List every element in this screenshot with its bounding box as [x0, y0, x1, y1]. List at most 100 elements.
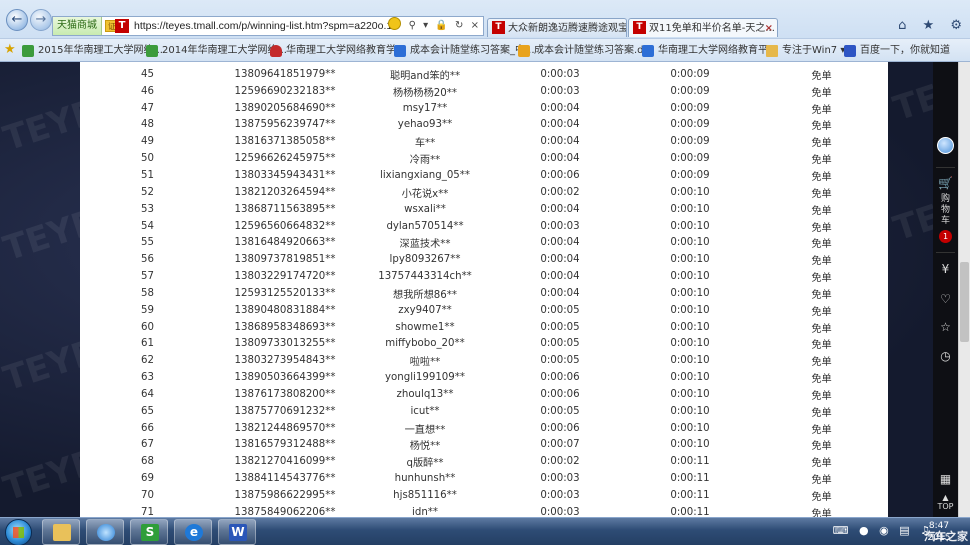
phone-cell: 13868958348693**: [234, 321, 336, 333]
address-bar[interactable]: 天猫商城 证 ▼ T https://teyes.tmall.com/p/win…: [52, 16, 484, 36]
tab-title: 大众新朗逸迈腾速腾途观宝来...: [508, 23, 627, 34]
add-favorite-star-icon[interactable]: ★: [4, 42, 16, 57]
phone-cell: 13821244869570**: [234, 422, 336, 434]
back-to-top-button[interactable]: ▲ TOP: [933, 494, 958, 512]
browser-tab-1[interactable]: T 大众新朗逸迈腾速腾途观宝来...: [487, 18, 627, 37]
site-identity-chip[interactable]: 天猫商城: [53, 17, 102, 35]
network-icon[interactable]: ▤: [899, 524, 909, 537]
user-avatar[interactable]: [937, 137, 954, 154]
refresh-icon[interactable]: ↻: [455, 20, 463, 31]
nickname-cell: showme1**: [395, 321, 455, 333]
phone-cell: 13875849062206**: [234, 506, 336, 517]
browser-toolbar-right: ⌂ ★ ⚙: [886, 18, 962, 33]
taskbar-ie-button[interactable]: e: [174, 519, 212, 545]
time-cell: 0:00:11: [670, 506, 710, 517]
divider: [936, 167, 955, 168]
start-button[interactable]: [5, 519, 32, 545]
phone-cell: 13890480831884**: [234, 304, 336, 316]
top-label: TOP: [937, 502, 954, 511]
row-number: 51: [141, 169, 154, 181]
table-row: 47 13890205684690** msy17** 0:00:04 0:00:09 免…: [80, 100, 888, 117]
nickname-cell: 一直想**: [404, 424, 446, 436]
favorite-link[interactable]: 2014年华南理工大学网络...: [146, 43, 287, 59]
nickname-cell: idn**: [412, 506, 438, 517]
taskbar-s-app-button[interactable]: S: [130, 519, 168, 545]
scrollbar-thumb[interactable]: [960, 262, 969, 342]
phone-cell: 13809641851979**: [234, 68, 336, 80]
result-cell: 免单: [811, 441, 832, 453]
url-text[interactable]: https://teyes.tmall.com/p/winning-list.h…: [134, 17, 399, 35]
phone-cell: 12596626245975**: [234, 153, 336, 165]
folder-icon: [766, 45, 778, 57]
qq-icon[interactable]: ◉: [879, 524, 889, 537]
time-cell: 0:00:10: [670, 338, 710, 350]
favorite-link[interactable]: 成本会计随堂练习答案.d...: [518, 43, 653, 59]
favorite-folder[interactable]: 专注于Win7 ▾: [766, 43, 845, 59]
dropdown-icon[interactable]: ▾: [423, 20, 428, 31]
keyboard-icon[interactable]: ⌨: [833, 524, 849, 537]
row-number: 60: [141, 321, 154, 333]
time-cell: 0:00:10: [670, 271, 710, 283]
heart-icon[interactable]: ♡: [933, 292, 958, 306]
taskbar-explorer-button[interactable]: [42, 519, 80, 545]
history-clock-icon[interactable]: ◷: [933, 349, 958, 363]
table-row: 46 12596690232183** 杨杨杨杨20** 0:00:03 0:00:09…: [80, 83, 888, 100]
phone-cell: 13816371385058**: [234, 136, 336, 148]
tab-title: 双11免单和半价名单-天之...: [649, 23, 775, 34]
table-row: 48 13875956239747** yehao93** 0:00:04 0:00:0…: [80, 117, 888, 134]
table-row: 53 13868711563895** wsxali** 0:00:04 0:00:10…: [80, 201, 888, 218]
home-icon[interactable]: ⌂: [898, 18, 906, 33]
close-icon[interactable]: ×: [765, 19, 773, 37]
gear-icon[interactable]: ⚙: [950, 18, 962, 33]
time-cell: 0:00:11: [670, 456, 710, 468]
table-row: 64 13876173808200** zhoulq13** 0:00:06 0:00:…: [80, 386, 888, 403]
favorite-link[interactable]: 华南理工大学网络教育平...: [642, 43, 778, 59]
back-button[interactable]: ←: [6, 9, 28, 31]
forward-button[interactable]: →: [30, 9, 52, 31]
time-cell: 0:00:09: [670, 153, 710, 165]
yen-icon[interactable]: ¥: [933, 262, 958, 276]
nickname-cell: 冷雨**: [409, 155, 441, 167]
phone-cell: 12596690232183**: [234, 85, 336, 97]
time-cell: 0:00:03: [540, 220, 580, 232]
blue-page-icon: [394, 45, 406, 57]
blue-page-icon: [642, 45, 654, 57]
browser-tab-2-active[interactable]: T 双11免单和半价名单-天之... ×: [628, 18, 778, 37]
favorites-star-icon[interactable]: ★: [923, 18, 935, 33]
favorite-link[interactable]: 成本会计随堂练习答案_中...: [394, 43, 535, 59]
lock-icon[interactable]: 🔒: [435, 20, 447, 31]
time-cell: 0:00:06: [540, 422, 580, 434]
favorite-link[interactable]: 百度一下，你就知道: [844, 43, 950, 59]
table-row: 69 13884114543776** hunhunsh** 0:00:03 0:00:…: [80, 470, 888, 487]
address-actions: ⚲ ▾ 🔒 ↻ ×: [384, 17, 479, 35]
cart-label[interactable]: 购物车: [933, 194, 958, 227]
compatibility-view-icon[interactable]: [388, 17, 402, 30]
folder-icon: [53, 524, 71, 541]
table-row: 61 13809733013255** miffybobo_20** 0:00:05 0…: [80, 336, 888, 353]
nickname-cell: wsxali**: [404, 203, 446, 215]
qr-code-icon[interactable]: ▦: [933, 472, 958, 486]
cart-label-text: 购物车: [940, 194, 950, 226]
stop-icon[interactable]: ×: [471, 20, 479, 31]
time-cell: 0:00:09: [670, 169, 710, 181]
favorite-link[interactable]: 华南理工大学网络教育学...: [270, 43, 406, 59]
time-cell: 0:00:06: [540, 169, 580, 181]
tmall-icon: T: [633, 21, 646, 34]
time-cell: 0:00:04: [540, 237, 580, 249]
phone-cell: 13821203264594**: [234, 186, 336, 198]
cart-icon[interactable]: 🛒: [933, 176, 958, 190]
time-cell: 0:00:05: [540, 355, 580, 367]
star-icon[interactable]: ☆: [933, 320, 958, 334]
table-row: 56 13809737819851** lpy8093267** 0:00:04 0:0…: [80, 251, 888, 268]
vertical-scrollbar[interactable]: [958, 62, 970, 517]
search-icon[interactable]: ⚲: [409, 20, 416, 31]
favorite-label: 华南理工大学网络教育学...: [286, 45, 406, 56]
taskbar-wps-writer-button[interactable]: W: [218, 519, 256, 545]
result-cell: 免单: [811, 273, 832, 285]
time-cell: 0:00:07: [540, 439, 580, 451]
nickname-cell: hunhunsh**: [394, 473, 456, 485]
taskbar-media-player-button[interactable]: [86, 519, 124, 545]
favorite-link[interactable]: 2015年华南理工大学网络...: [22, 43, 163, 59]
result-cell: 免单: [811, 104, 832, 116]
user-icon[interactable]: ●: [859, 524, 869, 537]
